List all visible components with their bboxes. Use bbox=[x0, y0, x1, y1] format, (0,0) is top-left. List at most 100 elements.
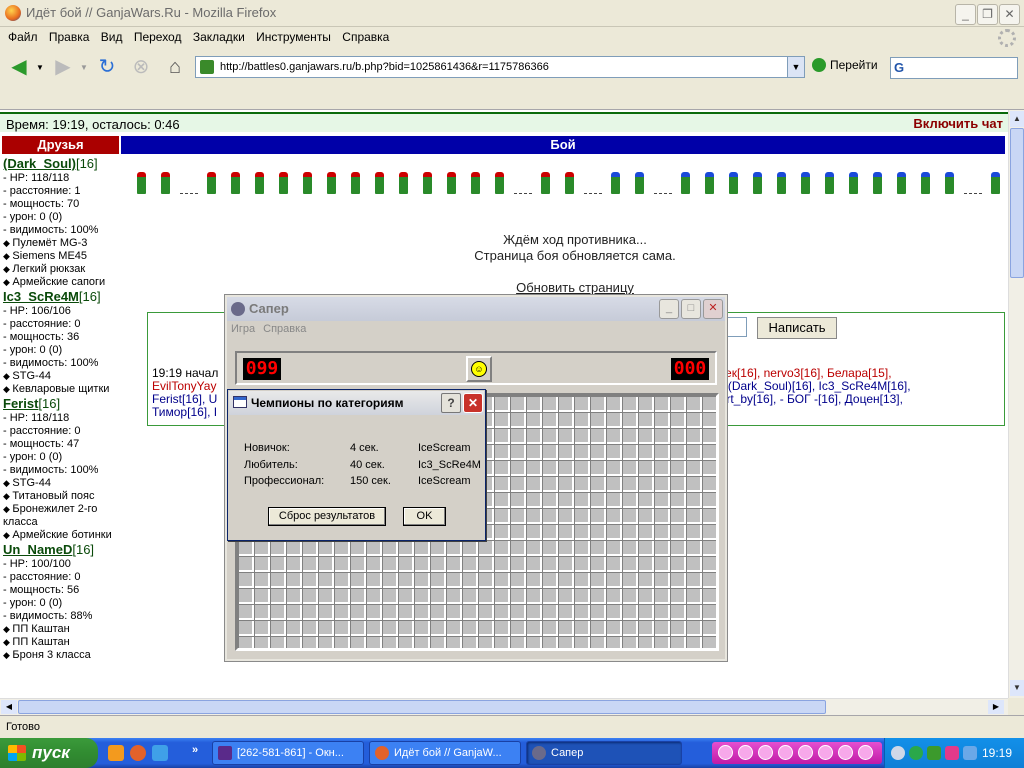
close-icon[interactable]: ✕ bbox=[463, 393, 483, 413]
champions-dialog[interactable]: Чемпионы по категориям ? ✕ Новичок: 4 се… bbox=[227, 389, 486, 541]
search-engine-icon[interactable]: G bbox=[894, 60, 904, 75]
scroll-down-icon[interactable]: ▼ bbox=[1010, 680, 1024, 696]
friend-entry: (Dark_Soul)[16] - HP: 118/118 - расстоян… bbox=[3, 156, 121, 289]
media-control-icon[interactable] bbox=[838, 745, 853, 760]
horizontal-scrollbar[interactable]: ◀ ▶ bbox=[0, 698, 1008, 715]
new-game-button[interactable]: ☺ bbox=[466, 356, 492, 382]
icq-icon[interactable] bbox=[927, 746, 941, 760]
enemy-soldier-icon bbox=[873, 172, 882, 194]
media-control-icon[interactable] bbox=[778, 745, 793, 760]
menu-bookmarks[interactable]: Закладки bbox=[185, 27, 245, 44]
enable-chat-link[interactable]: Включить чат bbox=[913, 116, 1003, 131]
friend-item: Броня 3 класса bbox=[3, 649, 121, 662]
minesweeper-title: Сапер bbox=[249, 301, 289, 316]
friends-list: (Dark_Soul)[16] - HP: 118/118 - расстоян… bbox=[3, 156, 121, 662]
taskbar-item[interactable]: Сапер bbox=[526, 741, 682, 765]
menu-view[interactable]: Вид bbox=[93, 27, 123, 44]
send-message-button[interactable]: Написать bbox=[757, 317, 837, 339]
friend-name-link[interactable]: Ferist bbox=[3, 396, 38, 411]
friend-item: Пулемёт MG-3 bbox=[3, 237, 121, 250]
scroll-thumb[interactable] bbox=[1010, 128, 1024, 278]
back-history-dropdown-icon[interactable]: ▼ bbox=[36, 63, 44, 72]
clock: 19:19 bbox=[981, 746, 1012, 760]
scroll-up-icon[interactable]: ▲ bbox=[1010, 111, 1024, 127]
url-bar[interactable]: http://battles0.ganjawars.ru/b.php?bid=1… bbox=[195, 56, 805, 78]
scroll-left-icon[interactable]: ◀ bbox=[1, 700, 17, 714]
taskbar-item[interactable]: Идёт бой // GanjaW... bbox=[369, 741, 521, 765]
soldier-icon bbox=[471, 172, 480, 194]
scroll-thumb[interactable] bbox=[18, 700, 826, 714]
url-dropdown-icon[interactable]: ▼ bbox=[787, 57, 804, 77]
start-button[interactable]: пуск bbox=[0, 738, 98, 768]
media-control-icon[interactable] bbox=[818, 745, 833, 760]
minimize-icon[interactable]: _ bbox=[659, 299, 679, 319]
friend-name-link[interactable]: Ic3_ScRe4M bbox=[3, 289, 79, 304]
help-button[interactable]: ? bbox=[441, 393, 461, 413]
menu-help[interactable]: Справка bbox=[263, 323, 306, 335]
network-icon[interactable] bbox=[909, 746, 923, 760]
maximize-icon[interactable]: □ bbox=[681, 299, 701, 319]
volume-icon[interactable] bbox=[963, 746, 977, 760]
menu-game[interactable]: Игра bbox=[231, 323, 255, 335]
app-tray-icon[interactable] bbox=[945, 746, 959, 760]
media-control-icon[interactable] bbox=[858, 745, 873, 760]
friend-item: Siemens ME45 bbox=[3, 250, 121, 263]
menu-go[interactable]: Переход bbox=[126, 27, 182, 44]
media-control-icon[interactable] bbox=[718, 745, 733, 760]
reload-icon[interactable]: ↻ bbox=[92, 53, 122, 81]
minesweeper-titlebar[interactable]: Сапер _ □ ✕ bbox=[227, 297, 725, 321]
category-label: Новичок: bbox=[244, 442, 290, 454]
go-button[interactable]: Перейти bbox=[812, 58, 878, 78]
mail-icon[interactable] bbox=[108, 745, 124, 761]
menu-edit[interactable]: Правка bbox=[41, 27, 90, 44]
menu-file[interactable]: Файл bbox=[0, 27, 38, 44]
scroll-right-icon[interactable]: ▶ bbox=[988, 700, 1004, 714]
dialog-titlebar[interactable]: Чемпионы по категориям ? ✕ bbox=[229, 391, 484, 415]
site-favicon-icon bbox=[200, 60, 214, 74]
forward-arrow-icon[interactable]: ▶ bbox=[48, 53, 78, 81]
friend-name-link[interactable]: (Dark_Soul) bbox=[3, 156, 76, 171]
battle-header: Бой bbox=[121, 136, 1005, 154]
url-text[interactable]: http://battles0.ganjawars.ru/b.php?bid=1… bbox=[220, 61, 549, 73]
media-control-icon[interactable] bbox=[738, 745, 753, 760]
close-icon[interactable]: ✕ bbox=[999, 4, 1020, 25]
smiley-icon: ☺ bbox=[471, 361, 487, 377]
window-icon bbox=[233, 396, 247, 408]
close-icon[interactable]: ✕ bbox=[703, 299, 723, 319]
record-time: 4 сек. bbox=[350, 442, 379, 454]
restore-icon[interactable]: ❐ bbox=[977, 4, 998, 25]
search-input[interactable]: G bbox=[890, 57, 1018, 79]
home-icon[interactable]: ⌂ bbox=[160, 53, 190, 81]
forward-history-dropdown-icon[interactable]: ▼ bbox=[80, 63, 88, 72]
grass-icon bbox=[514, 192, 532, 194]
soldier-icon bbox=[447, 172, 456, 194]
tray-arrow-icon[interactable] bbox=[891, 746, 905, 760]
taskbar-item[interactable]: [262-581-861] - Окн... bbox=[212, 741, 364, 765]
window-titlebar[interactable]: Идёт бой // GanjaWars.Ru - Mozilla Firef… bbox=[0, 0, 1024, 27]
menu-help[interactable]: Справка bbox=[334, 27, 389, 44]
reset-results-button[interactable]: Сброс результатов bbox=[268, 507, 386, 526]
more-quicklaunch-icon[interactable]: » bbox=[192, 744, 198, 756]
friend-item: STG-44 bbox=[3, 370, 121, 383]
minimize-icon[interactable]: _ bbox=[955, 4, 976, 25]
enemy-soldier-icon bbox=[825, 172, 834, 194]
ok-button[interactable]: OK bbox=[403, 507, 446, 526]
friend-item: Кевларовые щитки bbox=[3, 383, 121, 396]
friend-stat: - HP: 100/100 bbox=[3, 558, 71, 570]
menu-tools[interactable]: Инструменты bbox=[248, 27, 331, 44]
stop-icon[interactable]: ⊗ bbox=[126, 53, 156, 81]
enemy-soldier-icon bbox=[921, 172, 930, 194]
media-control-icon[interactable] bbox=[758, 745, 773, 760]
vertical-scrollbar[interactable]: ▲ ▼ bbox=[1008, 110, 1024, 698]
back-arrow-icon[interactable]: ◀ bbox=[4, 53, 34, 81]
friend-stat: - HP: 106/106 bbox=[3, 305, 71, 317]
firefox-icon bbox=[375, 746, 389, 760]
friend-name-link[interactable]: Un_NameD bbox=[3, 542, 72, 557]
firefox-icon[interactable] bbox=[130, 745, 146, 761]
friend-item: Армейские ботинки bbox=[3, 529, 121, 542]
media-control-icon[interactable] bbox=[798, 745, 813, 760]
messenger-icon[interactable] bbox=[152, 745, 168, 761]
friend-stat: - расстояние: 0 bbox=[3, 571, 81, 583]
log-text: Тимор[16], I bbox=[152, 405, 218, 419]
status-text: Готово bbox=[6, 721, 40, 733]
